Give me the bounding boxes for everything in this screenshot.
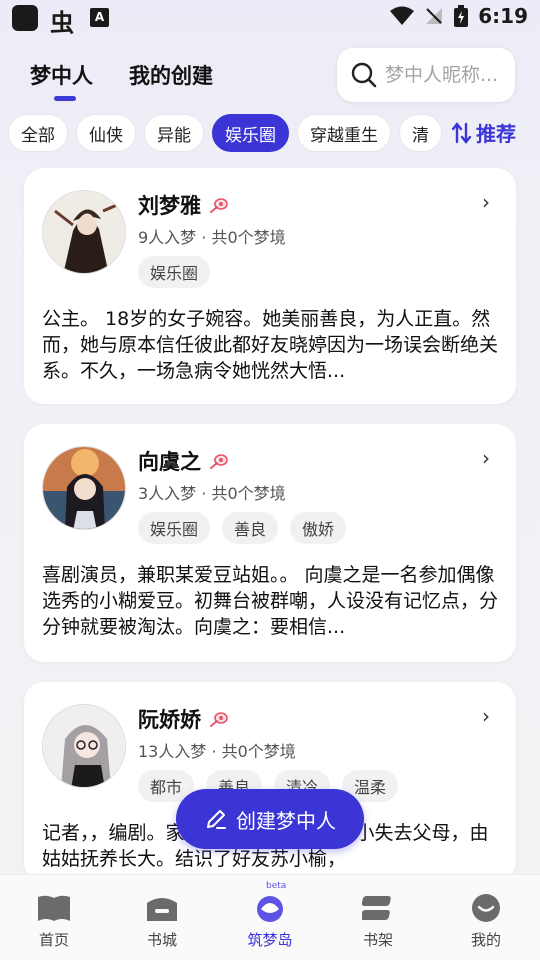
battery-icon — [454, 5, 469, 27]
category-chip-superpower[interactable]: 异能 — [144, 114, 204, 152]
nav-dream-island-label: 筑梦岛 — [247, 931, 293, 949]
nav-bookstore[interactable]: 书城 — [108, 875, 216, 960]
character-card[interactable]: 刘梦雅 › 9人入梦 · 共0个梦境 娱乐圈 公主。 18岁的女子婉容。她美丽善… — [24, 168, 516, 404]
create-character-label: 创建梦中人 — [236, 808, 336, 833]
home-book-icon — [38, 895, 70, 921]
character-card[interactable]: 向虞之 › 3人入梦 · 共0个梦境 娱乐圈 善良 傲娇 喜剧演员，兼职某爱豆站… — [24, 424, 516, 662]
nav-profile-label: 我的 — [470, 931, 501, 949]
character-name: 刘梦雅 — [138, 190, 229, 220]
category-chip-all[interactable]: 全部 — [8, 114, 68, 152]
avatar — [42, 704, 126, 788]
beta-badge: beta — [266, 881, 287, 891]
character-name-text: 向虞之 — [138, 450, 201, 474]
create-character-button[interactable]: 创建梦中人 — [176, 789, 364, 849]
chevron-right-icon: › — [482, 446, 490, 470]
active-tab-indicator — [54, 96, 76, 101]
character-stats: 13人入梦 · 共0个梦境 — [138, 742, 296, 761]
pin-icon — [210, 712, 228, 727]
header-tabs: 梦中人 我的创建 — [30, 60, 213, 90]
character-stats: 9人入梦 · 共0个梦境 — [138, 228, 286, 247]
character-card[interactable]: 阮娇娇 › 13人入梦 · 共0个梦境 都市 善良 清冷 温柔 记者，，编剧。家… — [24, 682, 516, 882]
avatar — [42, 190, 126, 274]
tag-list: 娱乐圈 — [138, 256, 211, 288]
wifi-icon — [390, 6, 415, 25]
tab-dream-people[interactable]: 梦中人 — [30, 60, 93, 90]
nav-bookshelf[interactable]: 书架 — [324, 875, 432, 960]
character-name-text: 刘梦雅 — [138, 194, 201, 218]
sort-icon — [452, 121, 472, 144]
pin-icon — [210, 198, 228, 213]
category-chip-time-travel[interactable]: 穿越重生 — [297, 114, 391, 152]
avatar — [42, 446, 126, 530]
dream-island-icon-wrap: beta — [253, 881, 287, 923]
status-bar: 虫 A 6:19 — [0, 0, 540, 37]
category-chip-more[interactable]: 清 — [399, 114, 442, 152]
bookshelf-icon — [362, 896, 391, 920]
tag: 娱乐圈 — [138, 256, 211, 288]
nav-home[interactable]: 首页 — [0, 875, 108, 960]
dream-island-icon — [257, 896, 283, 922]
clock: 6:19 — [478, 4, 528, 28]
category-chip-xianxia[interactable]: 仙侠 — [76, 114, 136, 152]
tag: 娱乐圈 — [138, 512, 211, 544]
nav-profile[interactable]: 我的 — [432, 875, 540, 960]
app-a-notification-icon: A — [90, 8, 109, 27]
character-description: 喜剧演员，兼职某爱豆站姐。。 向虞之是一名参加偶像选秀的小糊爱豆。初舞台被群嘲，… — [42, 564, 499, 638]
nav-bookstore-label: 书城 — [146, 931, 177, 949]
pencil-icon — [207, 810, 226, 829]
profile-icon — [472, 894, 500, 922]
character-stats: 3人入梦 · 共0个梦境 — [138, 484, 286, 503]
character-description: 公主。 18岁的女子婉容。她美丽善良，为人正直。然而，她与原本信任彼此都好友晓婷… — [42, 308, 499, 382]
sort-label: 推荐 — [476, 122, 516, 146]
bug-notification-icon: 虫 — [50, 9, 74, 37]
bookstore-icon — [147, 898, 177, 921]
nav-home-label: 首页 — [38, 931, 69, 949]
search-input[interactable] — [385, 64, 505, 86]
chevron-right-icon: › — [482, 190, 490, 214]
pin-icon — [210, 454, 228, 469]
chevron-right-icon: › — [482, 704, 490, 728]
no-signal-icon — [426, 8, 443, 24]
sort-button[interactable]: 推荐 — [452, 118, 516, 147]
character-name-text: 阮娇娇 — [138, 708, 201, 732]
tab-my-creations[interactable]: 我的创建 — [129, 60, 213, 90]
status-indicators: 6:19 — [390, 4, 528, 28]
tag-list: 娱乐圈 善良 傲娇 — [138, 512, 347, 544]
search-icon — [351, 62, 377, 88]
nav-bookshelf-label: 书架 — [362, 931, 393, 949]
category-chip-entertainment[interactable]: 娱乐圈 — [212, 114, 289, 152]
tag: 善良 — [222, 512, 279, 544]
bottom-nav: 首页 书城 beta 筑梦岛 书架 我的 — [0, 874, 540, 960]
character-name: 阮娇娇 — [138, 704, 229, 734]
app-notification-icon — [12, 5, 38, 31]
category-chips: 全部 仙侠 异能 娱乐圈 穿越重生 清 — [8, 114, 448, 154]
search-box[interactable] — [337, 48, 515, 102]
character-name: 向虞之 — [138, 446, 229, 476]
nav-dream-island[interactable]: beta 筑梦岛 — [216, 875, 324, 960]
tag: 傲娇 — [290, 512, 347, 544]
